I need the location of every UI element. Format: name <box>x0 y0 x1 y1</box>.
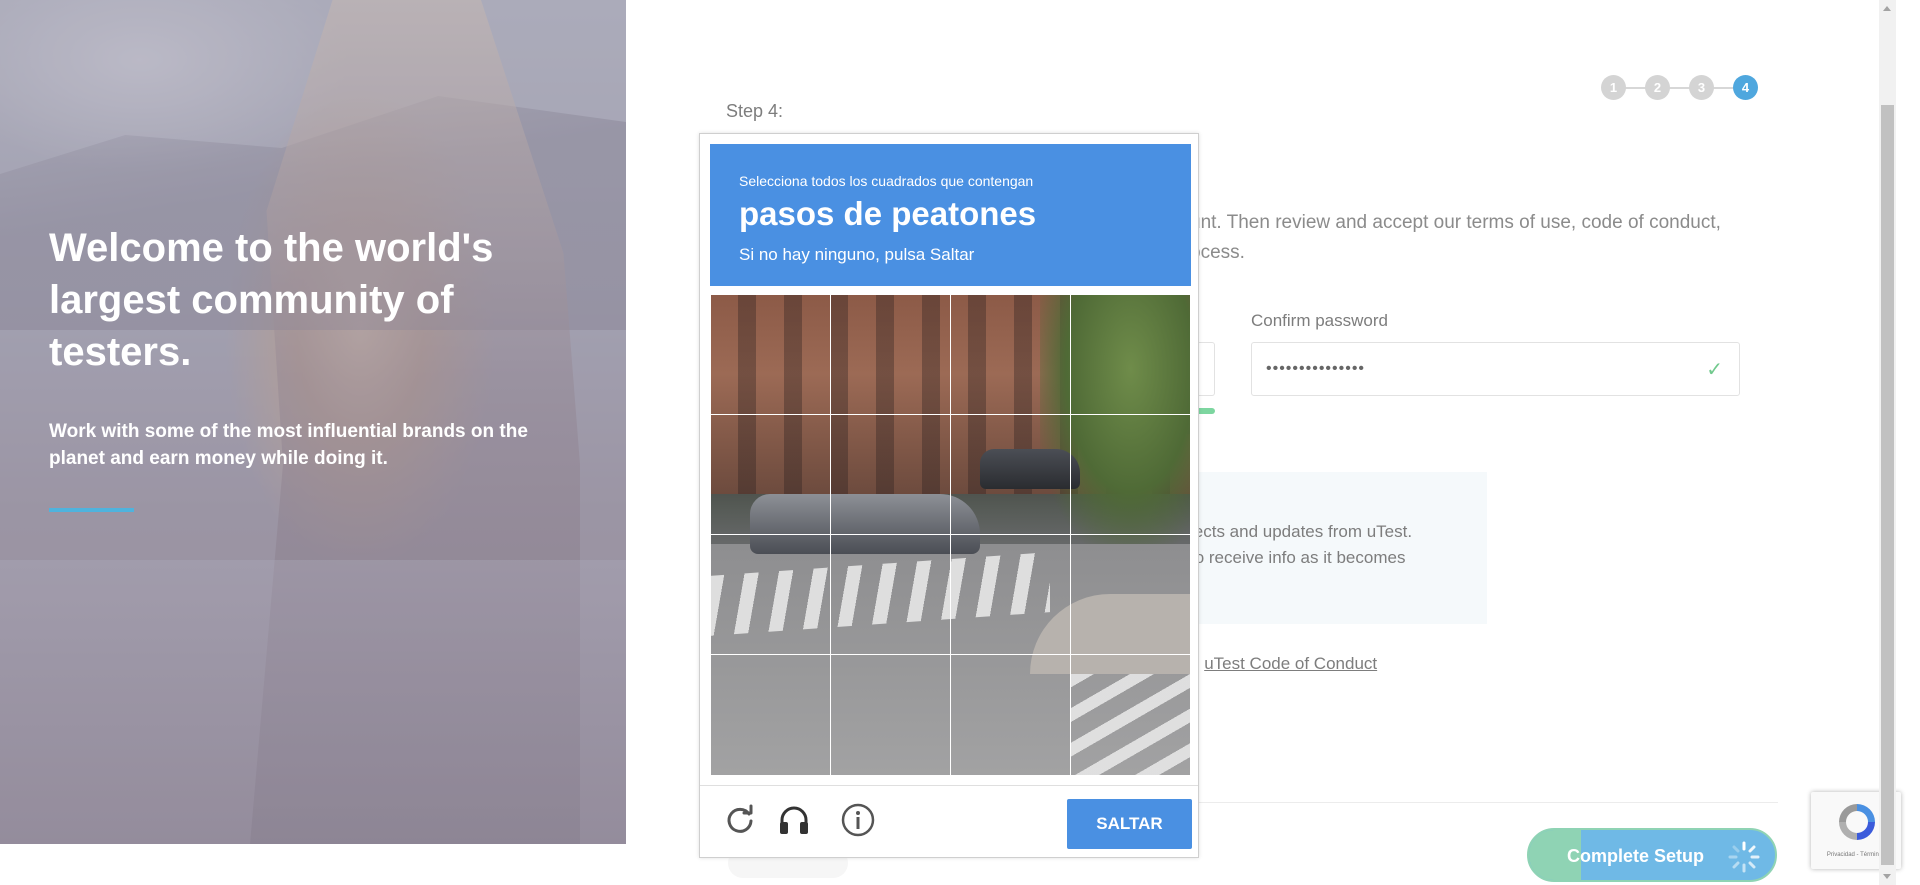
step-dot-1: 1 <box>1601 75 1626 100</box>
step-dot-4: 4 <box>1733 75 1758 100</box>
hero-panel: Welcome to the world's largest community… <box>0 0 626 844</box>
captcha-tile[interactable] <box>950 414 1071 535</box>
code-of-conduct-row: e uTest Code of Conduct <box>1190 654 1377 674</box>
intro-line-1: unt. Then review and accept our terms of… <box>1190 212 1721 233</box>
scroll-down-icon[interactable] <box>1883 874 1891 879</box>
intro-line-2: ocess. <box>1190 242 1245 263</box>
checkmark-icon: ✓ <box>1706 359 1723 381</box>
reload-icon[interactable] <box>722 802 758 838</box>
newsletter-info-box: jects and updates from uTest. to receive… <box>1190 472 1487 624</box>
complete-setup-button[interactable]: Complete Setup <box>1527 828 1777 882</box>
info-line-2: to receive info as it becomes <box>1190 548 1406 567</box>
step-dot-3: 3 <box>1689 75 1714 100</box>
captcha-instructions-header: Selecciona todos los cuadrados que conte… <box>710 144 1191 286</box>
captcha-tile[interactable] <box>830 414 951 535</box>
skip-button[interactable]: SALTAR <box>1067 799 1192 849</box>
stepper-line <box>1613 87 1749 89</box>
confirm-password-field[interactable]: ••••••••••••••• ✓ <box>1251 342 1740 396</box>
recaptcha-challenge-dialog: Selecciona todos los cuadrados que conte… <box>699 133 1199 858</box>
captcha-tile[interactable] <box>830 534 951 655</box>
audio-headphones-icon[interactable] <box>776 802 812 838</box>
captcha-tile[interactable] <box>710 414 831 535</box>
captcha-footer-divider <box>700 785 1198 786</box>
step-progress-indicator: 1 2 3 4 <box>1601 75 1761 101</box>
step-intro-text: unt. Then review and accept our terms of… <box>1190 208 1770 268</box>
loading-spinner-icon <box>1728 841 1760 873</box>
captcha-tile[interactable] <box>710 654 831 776</box>
recaptcha-logo-icon <box>1839 804 1875 840</box>
captcha-tile[interactable] <box>1070 534 1191 655</box>
captcha-tile[interactable] <box>950 294 1071 415</box>
captcha-instruction-small: Selecciona todos los cuadrados que conte… <box>739 173 1034 189</box>
captcha-tile[interactable] <box>950 654 1071 776</box>
hero-accent-underline <box>49 508 134 512</box>
hero-subtext: Work with some of the most influential b… <box>49 421 528 469</box>
scroll-up-icon[interactable] <box>1883 6 1891 11</box>
info-icon[interactable] <box>840 802 876 838</box>
captcha-tile[interactable] <box>1070 654 1191 776</box>
captcha-image-grid <box>710 294 1191 776</box>
captcha-tile[interactable] <box>1070 294 1191 415</box>
captcha-instruction-sub: Si no hay ninguno, pulsa Saltar <box>739 245 975 264</box>
page-scrollbar[interactable] <box>1879 0 1896 885</box>
code-of-conduct-link[interactable]: uTest Code of Conduct <box>1204 654 1377 673</box>
info-line-1: jects and updates from uTest. <box>1190 522 1413 541</box>
hero-headline: Welcome to the world's largest community… <box>49 226 494 374</box>
captcha-tile[interactable] <box>950 534 1071 655</box>
step-label: Step 4: <box>726 101 784 121</box>
confirm-password-value: ••••••••••••••• <box>1266 360 1366 377</box>
captcha-tile[interactable] <box>830 294 951 415</box>
step-dot-2: 2 <box>1645 75 1670 100</box>
scrollbar-thumb[interactable] <box>1881 105 1894 865</box>
captcha-tile[interactable] <box>1070 414 1191 535</box>
captcha-tile[interactable] <box>710 294 831 415</box>
captcha-tile[interactable] <box>830 654 951 776</box>
complete-setup-label: Complete Setup <box>1567 846 1705 866</box>
captcha-tile[interactable] <box>710 534 831 655</box>
captcha-instruction-target: pasos de peatones <box>739 195 1037 232</box>
confirm-password-label: Confirm password <box>1251 311 1388 330</box>
